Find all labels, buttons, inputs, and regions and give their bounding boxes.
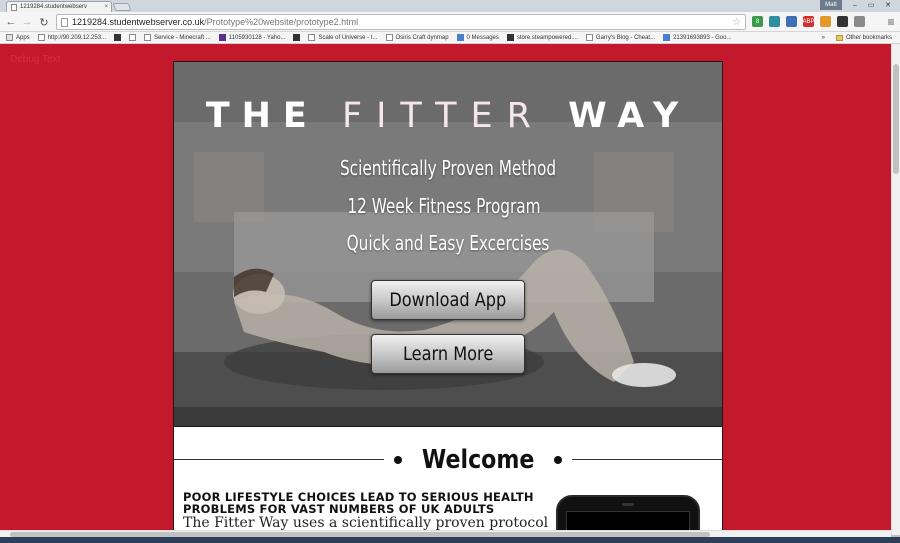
page-info-icon[interactable]	[61, 17, 68, 27]
folder-icon	[835, 35, 843, 41]
bookmark-label: Apps	[16, 34, 30, 41]
other-bookmarks-label: Other bookmarks	[845, 35, 892, 41]
vertical-scroll-thumb[interactable]	[893, 64, 899, 174]
bookmark-label: Osiris Craft dynmap	[395, 34, 449, 41]
bookmark-list: Apps http://90.209.12.253... Service - Min…	[6, 34, 731, 41]
bookmark-star-icon[interactable]: ☆	[732, 17, 741, 28]
os-taskbar	[0, 537, 900, 543]
vertical-scrollbar[interactable]	[891, 44, 900, 535]
bookmark-label: 0 Messages	[466, 34, 499, 41]
welcome-heading-text: Welcome	[421, 445, 535, 475]
bookmark-label: Garry's Blog - Cheat...	[595, 34, 656, 41]
bookmark-label: Service - Minecraft ...	[154, 34, 211, 41]
hero-title: THE FITTER WAY	[174, 96, 722, 136]
horizontal-scrollbar[interactable]	[0, 530, 891, 537]
phone-image	[556, 495, 700, 535]
page-icon	[37, 34, 45, 41]
browser-tab[interactable]: 1219284.studentwebserv ×	[6, 1, 112, 12]
bookmark-item[interactable]: Apps	[6, 34, 30, 41]
blog-icon	[585, 34, 593, 41]
bookmark-label: http://90.209.12.253...	[47, 34, 107, 41]
learn-more-label: Learn More	[402, 343, 494, 365]
phone-speaker	[622, 503, 634, 506]
url-host: 1219284.studentwebserver.co.uk	[72, 17, 205, 27]
page-icon	[308, 34, 316, 41]
minimize-button[interactable]: –	[848, 0, 862, 10]
bookmark-item[interactable]: 21391693893 - Goo...	[663, 34, 731, 41]
tagline-2: 12 Week Fitness Program	[347, 194, 541, 218]
facebook-icon	[456, 34, 464, 41]
welcome-section: Welcome POOR LIFESTYLE CHOICES LEAD TO S…	[173, 427, 723, 535]
new-tab-button[interactable]	[112, 3, 132, 11]
tab-title: 1219284.studentwebserv	[20, 4, 88, 10]
bookmark-item[interactable]: Garry's Blog - Cheat...	[585, 34, 656, 41]
bookmarks-bar: Apps http://90.209.12.253... Service - Min…	[0, 32, 900, 44]
yahoo-icon	[218, 34, 226, 41]
welcome-lede: POOR LIFESTYLE CHOICES LEAD TO SERIOUS H…	[183, 490, 534, 516]
browser-tab-strip: 1219284.studentwebserv × Matt – ▭ ✕	[0, 0, 900, 12]
learn-more-button[interactable]: Learn More	[371, 334, 525, 374]
debug-text: Debug Text	[10, 54, 61, 65]
page-icon	[385, 34, 393, 41]
other-bookmarks[interactable]: » Other bookmarks	[815, 32, 892, 43]
service-icon	[144, 34, 152, 41]
tagline-3: Quick and Easy Excercises	[346, 231, 550, 255]
ext-adblock-icon[interactable]: ABP	[803, 16, 815, 27]
close-window-button[interactable]: ✕	[880, 0, 896, 10]
folder-icon	[293, 34, 301, 41]
bookmark-item[interactable]: http://90.209.12.253...	[37, 34, 107, 41]
ext-blue-icon[interactable]	[786, 16, 797, 27]
page-viewport: Debug Text THE FITTER WAY Scientifically…	[0, 44, 891, 535]
bullet-left-icon	[394, 456, 402, 464]
bookmark-label: store.steampowered....	[516, 34, 578, 41]
page-icon	[129, 34, 137, 41]
hero-banner: THE FITTER WAY Scientifically Proven Met…	[173, 61, 723, 427]
apps-grid-icon	[6, 34, 13, 41]
bookmark-label: Scale of Universe - I...	[318, 34, 378, 41]
bookmark-item[interactable]: 0 Messages	[456, 34, 499, 41]
bookmark-item[interactable]: 1105930128 - Yaho...	[218, 34, 286, 41]
url-path: /Prototype%20website/prototype2.html	[204, 17, 359, 27]
back-button[interactable]: ←	[4, 15, 18, 29]
tagline-1: Scientifically Proven Method	[339, 156, 557, 180]
bookmark-label: 21391693893 - Goo...	[673, 34, 732, 41]
google-icon	[663, 34, 671, 41]
ext-dark-icon[interactable]	[837, 16, 848, 27]
bookmark-label: 1105930128 - Yaho...	[228, 34, 286, 41]
ext-teal-icon[interactable]	[769, 16, 780, 27]
ext-green-icon[interactable]: 8	[752, 16, 763, 27]
user-profile-button[interactable]: Matt	[820, 0, 842, 10]
chrome-menu-icon[interactable]: ≡	[884, 15, 898, 29]
hero-title-way: WAY	[568, 96, 691, 136]
hero-title-the: THE	[205, 96, 319, 136]
bookmark-item[interactable]: Service - Minecraft ...	[144, 34, 211, 41]
download-app-button[interactable]: Download App	[371, 280, 525, 320]
welcome-heading: Welcome	[384, 445, 573, 475]
ext-gray-icon[interactable]	[854, 16, 865, 27]
bookmark-item[interactable]: Osiris Craft dynmap	[385, 34, 449, 41]
reload-button[interactable]: ↻	[37, 15, 51, 29]
restore-button[interactable]: ▭	[864, 0, 878, 10]
bullet-right-icon	[554, 456, 563, 464]
minecraft-icon	[114, 34, 122, 41]
steam-icon	[506, 34, 514, 41]
forward-button[interactable]: →	[20, 15, 34, 29]
ext-orange-icon[interactable]	[820, 16, 831, 27]
tab-close-icon[interactable]: ×	[104, 4, 108, 10]
download-app-label: Download App	[389, 289, 507, 311]
bookmark-item[interactable]	[129, 34, 137, 41]
bookmark-item[interactable]: Scale of Universe - I...	[308, 34, 378, 41]
page-favicon-icon	[11, 3, 17, 11]
browser-toolbar: ← → ↻ 1219284.studentwebserver.co.uk/Pro…	[0, 12, 900, 32]
bookmark-item[interactable]	[114, 34, 122, 41]
address-bar[interactable]: 1219284.studentwebserver.co.uk/Prototype…	[56, 14, 746, 30]
hero-title-fitter: FITTER	[341, 96, 545, 136]
more-bookmarks-chevron[interactable]: »	[822, 35, 825, 41]
bookmark-item[interactable]: store.steampowered....	[506, 34, 578, 41]
bookmark-item[interactable]	[293, 34, 301, 41]
